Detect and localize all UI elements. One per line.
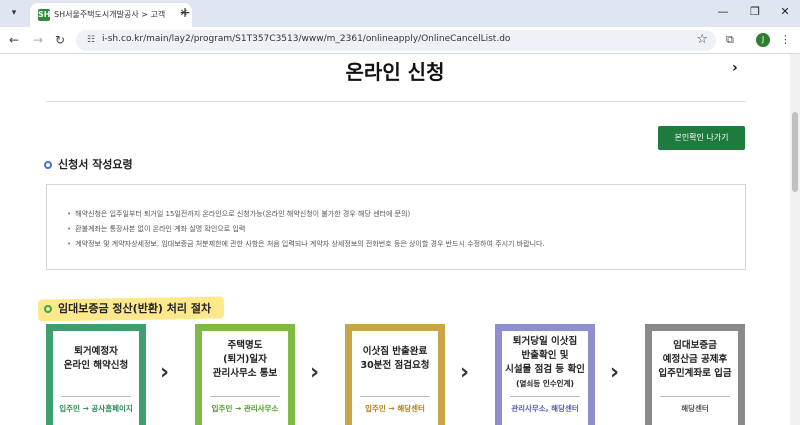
address-bar[interactable]: ☷ i-sh.co.kr/main/lay2/program/S1T357C35… — [76, 30, 716, 51]
back-icon[interactable]: ← — [6, 32, 22, 48]
process-heading: 임대보증금 정산(반환) 처리 절차 — [44, 300, 211, 316]
guide-list: 해약신청은 입주일부터 퇴거일 15일전까지 온라인으로 신청가능(온라인 해약… — [67, 207, 545, 252]
chevron-right-icon: › — [460, 360, 470, 385]
new-tab-icon[interactable]: + — [176, 4, 194, 22]
step-actor: 입주민 → 공사홈페이지 — [59, 404, 133, 413]
chevron-right-icon: › — [310, 360, 320, 385]
close-window-icon[interactable]: ✕ — [774, 3, 796, 21]
extensions-icon[interactable]: ⧉ — [726, 33, 734, 47]
favicon: SH — [38, 9, 51, 21]
step-title-text: 퇴거당일 이삿짐 반출확인 및 시설물 점검 등 확인 — [505, 336, 585, 375]
step-title: 퇴거당일 이삿짐 반출확인 및 시설물 점검 등 확인 (열쇠등 인수인계) — [502, 335, 588, 391]
list-item: 계약정보 및 계약자상세정보, 임대보증금 처분제한에 관한 사항은 처음 입력… — [67, 237, 545, 252]
step-title: 주택명도 (퇴거)일자 관리사무소 통보 — [212, 340, 278, 379]
guide-box: 해약신청은 입주일부터 퇴거일 15일전까지 온라인으로 신청가능(온라인 해약… — [46, 184, 746, 270]
list-item: 환불계좌는 통장사본 없이 온라인 계좌 실명 확인으로 입력 — [67, 222, 545, 237]
divider — [46, 101, 746, 102]
profile-avatar[interactable]: J — [756, 33, 770, 47]
page-title: 온라인 신청 — [345, 60, 445, 84]
step-subtitle: (열쇠등 인수인계) — [516, 379, 574, 388]
process-step-3: 이삿짐 반출완료 30분전 점검요청 입주민 → 해당센터 — [345, 324, 445, 425]
minimize-icon[interactable]: — — [712, 3, 734, 21]
divider — [61, 396, 131, 397]
tab-title: SH서울주택도시개발공사 > 고객 — [54, 10, 166, 19]
step-title: 퇴거예정자 온라인 해약신청 — [63, 346, 129, 371]
chevron-right-icon[interactable]: › — [732, 60, 738, 76]
page-viewport: 온라인 신청 › 본인확인 나가기 신청서 작성요령 해약신청은 입주일부터 퇴… — [0, 54, 800, 425]
scrollbar-thumb[interactable] — [792, 112, 798, 192]
process-step-4: 퇴거당일 이삿짐 반출확인 및 시설물 점검 등 확인 (열쇠등 인수인계) 관리… — [495, 324, 595, 425]
tab-strip: ▾ SH SH서울주택도시개발공사 > 고객 ✕ + — ❐ ✕ — [0, 0, 800, 27]
browser-toolbar: ← → ↻ ☷ i-sh.co.kr/main/lay2/program/S1T… — [0, 27, 800, 54]
process-step-2: 주택명도 (퇴거)일자 관리사무소 통보 입주민 → 관리사무소 — [195, 324, 295, 425]
browser-tab[interactable]: SH SH서울주택도시개발공사 > 고객 ✕ — [30, 3, 192, 27]
process-heading-text: 임대보증금 정산(반환) 처리 절차 — [58, 302, 212, 315]
process-step-1: 퇴거예정자 온라인 해약신청 입주민 → 공사홈페이지 — [46, 324, 146, 425]
process-step-5: 임대보증금 예정산금 공제후 입주민계좌로 입금 해당센터 — [645, 324, 745, 425]
scrollbar[interactable] — [790, 54, 800, 425]
step-actor: 입주민 → 해당센터 — [365, 404, 425, 413]
guide-heading: 신청서 작성요령 — [44, 156, 133, 172]
reload-icon[interactable]: ↻ — [52, 32, 68, 48]
exit-verification-button[interactable]: 본인확인 나가기 — [658, 126, 745, 150]
step-actor: 해당센터 — [681, 404, 709, 413]
step-actor: 입주민 → 관리사무소 — [211, 404, 279, 413]
bullet-circle-icon — [44, 161, 52, 169]
bullet-circle-icon — [44, 305, 52, 313]
chevron-right-icon: › — [160, 360, 170, 385]
list-item: 해약신청은 입주일부터 퇴거일 15일전까지 온라인으로 신청가능(온라인 해약… — [67, 207, 545, 222]
divider — [660, 396, 730, 397]
step-title: 이삿짐 반출완료 30분전 점검요청 — [360, 346, 430, 371]
step-actor: 관리사무소, 해당센터 — [511, 404, 579, 413]
divider — [210, 396, 280, 397]
chevron-right-icon: › — [610, 360, 620, 385]
bookmark-star-icon[interactable]: ☆ — [696, 32, 708, 47]
forward-icon[interactable]: → — [30, 32, 46, 48]
url-text[interactable]: i-sh.co.kr/main/lay2/program/S1T357C3513… — [102, 34, 510, 44]
tab-search-icon[interactable]: ▾ — [6, 5, 22, 21]
restore-icon[interactable]: ❐ — [744, 3, 766, 21]
step-title: 임대보증금 예정산금 공제후 입주민계좌로 입금 — [658, 340, 732, 379]
menu-icon[interactable]: ⋮ — [780, 33, 791, 46]
guide-heading-text: 신청서 작성요령 — [58, 158, 133, 171]
divider — [510, 396, 580, 397]
divider — [360, 396, 430, 397]
site-info-icon[interactable]: ☷ — [84, 33, 98, 47]
